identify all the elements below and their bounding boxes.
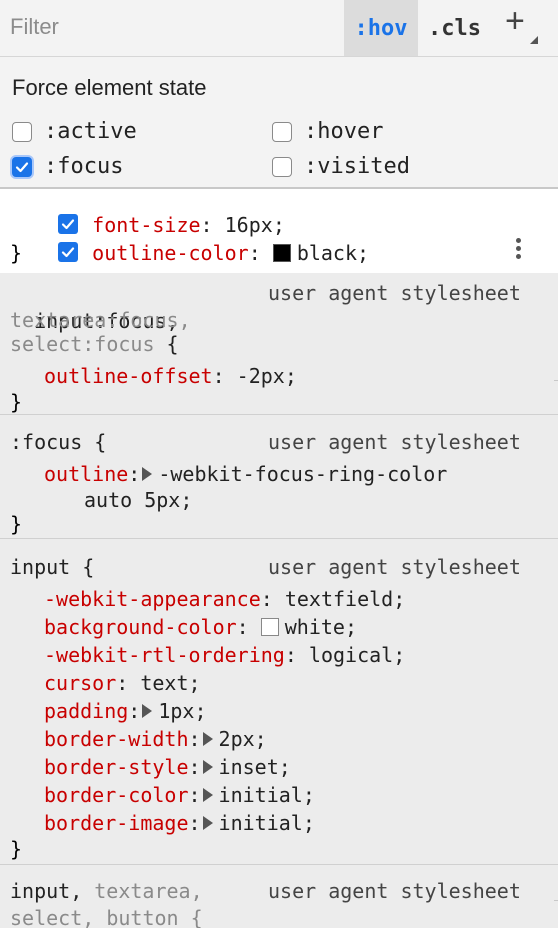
rule-close-brace: } [10,512,23,536]
cls-toggle-button[interactable]: .cls [428,0,481,56]
stylesheet-source: user agent stylesheet [268,281,521,305]
pane-edge-mark [554,380,558,381]
decl-outline-offset[interactable]: outline-offset: -2px; [44,362,297,390]
checkmark-icon [15,161,29,172]
decl-border-image[interactable]: border-image: initial; [44,809,315,837]
decl-border-style[interactable]: border-style: inset; [44,753,291,781]
more-options-icon[interactable] [510,235,526,262]
prop-value: -webkit-focus-ring-color [158,462,448,486]
selector[interactable]: input [10,555,70,579]
rule-close-brace: } [10,390,23,414]
new-rule-menu-icon[interactable] [530,36,538,44]
prop-value-cont[interactable]: auto 5px; [84,486,192,514]
prop-value: -2px [236,364,285,388]
expand-triangle-icon[interactable] [142,704,153,718]
rule4-selector-line2[interactable]: select, button { [10,904,203,928]
color-swatch-white[interactable] [260,618,279,636]
rule-close-brace: } [10,241,23,265]
rule-close-brace: } [10,837,23,861]
checkbox-active[interactable] [12,121,32,142]
rule-divider [0,538,558,539]
stylesheet-source: user agent stylesheet [268,430,521,454]
decl-background-color[interactable]: background-color: white; [44,613,357,641]
checkbox-focus[interactable] [12,156,32,177]
expand-triangle-icon[interactable] [202,760,213,774]
state-label-focus: :focus [44,154,124,179]
prop-name: outline [44,462,129,486]
selector-dim[interactable]: select:focus [10,332,155,356]
expand-triangle-icon[interactable] [202,732,213,746]
filter-input[interactable]: Filter [10,14,59,40]
decl-outline[interactable]: outline: -webkit-focus-ring-color [44,460,447,488]
prop-name[interactable]: outline-color [92,241,249,265]
stylesheet-source: user agent stylesheet [268,879,521,903]
stylesheet-source: user agent stylesheet [268,555,521,579]
decl-border-width[interactable]: border-width: 2px; [44,725,267,753]
selector-dim[interactable]: textarea, [94,879,202,903]
state-active[interactable]: :active [12,119,137,144]
new-style-rule-button[interactable]: + [505,2,525,41]
force-element-state-panel: Force element state :active :hover :focu… [0,57,558,189]
expand-triangle-icon[interactable] [142,467,153,481]
decl-checkbox[interactable] [58,242,79,262]
checkbox-visited[interactable] [272,156,292,177]
decl-webkit-rtl-ordering[interactable]: -webkit-rtl-ordering: logical; [44,641,405,669]
expand-triangle-icon[interactable] [202,788,213,802]
rule-divider [0,864,558,865]
prop-value[interactable]: black [297,241,357,265]
state-focus[interactable]: :focus [12,154,123,179]
rule4-selector-line1: input, textarea, [10,877,203,905]
pane-edge-mark [554,900,558,901]
color-swatch-black[interactable] [272,244,291,262]
decl-border-color[interactable]: border-color: initial; [44,781,315,809]
decl-webkit-appearance[interactable]: -webkit-appearance: textfield; [44,585,405,613]
checkbox-hover[interactable] [272,121,292,142]
rule2-selector: :focus { [10,430,107,454]
element-style-rule: font-size: 16px; outline-color: black; } [0,189,558,273]
hov-toggle-button[interactable]: :hov [344,0,418,56]
state-label-visited: :visited [304,154,410,179]
rule3-selector: input { [10,555,95,579]
state-label-hover: :hover [304,119,384,144]
state-label-active: :active [44,119,137,144]
decl-cursor[interactable]: cursor: text; [44,669,201,697]
selector[interactable]: :focus [10,430,82,454]
force-state-title: Force element state [12,75,207,100]
expand-triangle-icon[interactable] [202,816,213,830]
styles-toolbar: Filter :hov .cls + [0,0,558,57]
checkmark-icon [62,247,75,258]
prop-name: outline-offset [44,364,213,388]
decl-padding[interactable]: padding: 1px; [44,697,207,725]
rule-divider [0,414,558,415]
state-visited[interactable]: :visited [272,154,410,179]
selector[interactable]: input, [10,879,82,903]
state-hover[interactable]: :hover [272,119,383,144]
rule1-selector-line3: select:focus { [10,332,179,356]
